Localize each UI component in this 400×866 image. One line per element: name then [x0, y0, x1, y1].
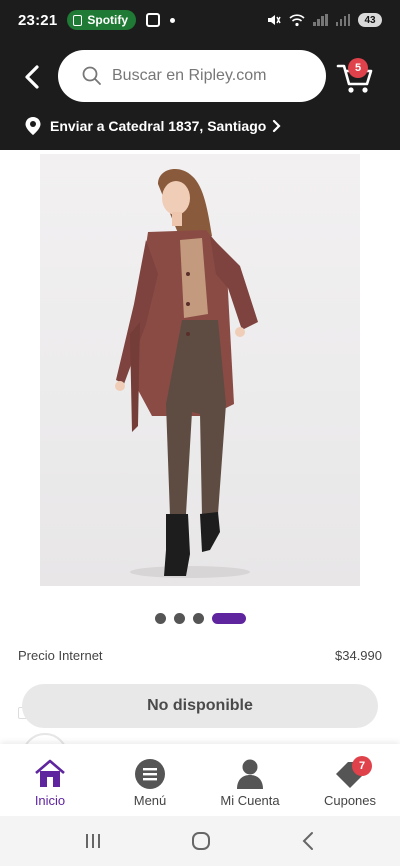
nav-label: Mi Cuenta	[220, 793, 280, 808]
menu-icon	[134, 758, 166, 790]
location-pin-icon	[25, 117, 41, 135]
nav-label: Menú	[133, 793, 167, 808]
system-nav-bar	[0, 816, 400, 866]
carousel-indicator	[0, 613, 400, 624]
carousel-dot[interactable]	[154, 613, 166, 624]
signal-icon	[313, 14, 328, 26]
bottom-nav: Inicio Menú Mi Cuenta 7 Cupones	[0, 744, 400, 816]
status-bar: 23:21 Spotify 43	[0, 0, 400, 40]
screen: 23:21 Spotify 43 Buscar en Ripley.com 5 …	[0, 0, 400, 866]
carousel-dot[interactable]	[173, 613, 185, 624]
mute-icon	[268, 15, 281, 25]
price-value: $34.990	[335, 648, 382, 663]
home-icon	[34, 758, 66, 790]
search-icon	[82, 66, 101, 85]
header: Buscar en Ripley.com 5 Enviar a Catedral…	[0, 40, 400, 150]
spotify-pill[interactable]: Spotify	[67, 10, 137, 30]
home-system-icon[interactable]	[190, 830, 212, 852]
user-icon	[234, 758, 266, 790]
price-row: Precio Internet $34.990	[18, 648, 382, 663]
search-placeholder: Buscar en Ripley.com	[112, 67, 267, 84]
carousel-dot[interactable]	[192, 613, 204, 624]
nav-label: Cupones	[323, 793, 377, 808]
recent-apps-icon[interactable]	[84, 832, 102, 850]
location-selector[interactable]: Enviar a Catedral 1837, Santiago	[24, 116, 282, 136]
wifi-icon	[289, 13, 305, 26]
unavailable-button[interactable]: No disponible	[22, 684, 378, 728]
battery-icon: 43	[358, 13, 382, 27]
cart-count-badge: 5	[348, 58, 368, 78]
search-input[interactable]: Buscar en Ripley.com	[58, 50, 326, 102]
signal-2-icon	[335, 14, 350, 26]
back-button[interactable]	[18, 62, 48, 92]
coupon-icon: 7	[334, 756, 372, 790]
nav-item-cupones[interactable]: 7 Cupones	[300, 744, 400, 816]
notification-dot-icon	[170, 17, 176, 23]
price-label: Precio Internet	[18, 648, 103, 663]
nav-item-inicio[interactable]: Inicio	[0, 744, 100, 816]
chevron-left-icon	[25, 65, 39, 89]
nav-item-mi-cuenta[interactable]: Mi Cuenta	[200, 744, 300, 816]
lock-icon	[73, 14, 83, 26]
nav-label: Inicio	[34, 793, 66, 808]
status-time: 23:21	[18, 11, 58, 29]
chevron-right-icon	[273, 119, 281, 133]
spotify-label: Spotify	[87, 13, 129, 27]
status-right: 43	[267, 13, 382, 27]
product-photo-icon	[115, 169, 258, 578]
nav-item-menu[interactable]: Menú	[100, 744, 200, 816]
coupon-count-badge: 7	[352, 756, 372, 776]
location-text: Enviar a Catedral 1837, Santiago	[50, 118, 267, 134]
screenshot-icon	[146, 13, 161, 27]
carousel-dot-active[interactable]	[211, 613, 246, 624]
product-image[interactable]	[40, 154, 360, 586]
back-system-icon[interactable]	[300, 831, 316, 851]
